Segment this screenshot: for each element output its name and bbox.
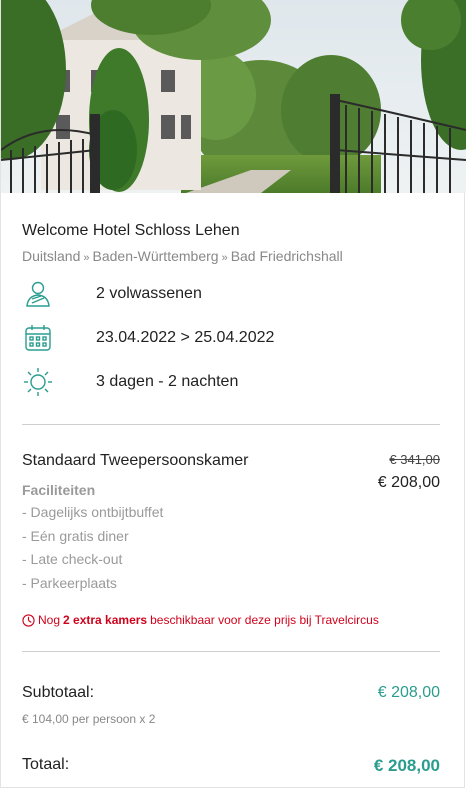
facility-item: - Parkeerplaats xyxy=(22,574,117,591)
availability-highlight: 2 extra kamers xyxy=(63,613,148,627)
breadcrumb-separator: » xyxy=(221,252,228,264)
clock-icon xyxy=(22,613,35,627)
facility-item: - Eén gratis diner xyxy=(22,527,129,544)
hotel-name: Welcome Hotel Schloss Lehen xyxy=(22,222,240,239)
booking-summary-card: Welcome Hotel Schloss Lehen Duitsland» Ba… xyxy=(0,0,466,788)
room-name: Standaard Tweepersoonskamer xyxy=(22,452,249,469)
total-label: Totaal: xyxy=(22,756,70,773)
duration-text: 3 dagen - 2 nachten xyxy=(96,373,239,390)
room-section: Standaard Tweepersoonskamer € 341,00 € 2… xyxy=(22,452,440,627)
subtotal-detail: € 104,00 per persoon x 2 xyxy=(22,712,156,726)
dates-text: 23.04.2022 > 25.04.2022 xyxy=(96,329,275,346)
booking-info-list: 2 volwassenen 23.04.2022 > 25.04.2022 3 … xyxy=(22,272,440,404)
person-icon xyxy=(22,278,54,310)
location-breadcrumb: Duitsland» Baden-Württemberg» Bad Friedric… xyxy=(22,247,440,265)
availability-notice: Nog 2 extra kamers beschikbaar voor deze… xyxy=(22,613,440,627)
facility-item: - Dagelijks ontbijtbuffet xyxy=(22,504,164,520)
facility-item: - Late check-out xyxy=(22,551,123,567)
guests-row: 2 volwassenen xyxy=(22,272,440,316)
old-price: € 341,00 xyxy=(389,452,440,467)
guests-text: 2 volwassenen xyxy=(96,285,202,302)
hotel-photo xyxy=(1,0,466,193)
availability-prefix: Nog xyxy=(38,613,61,627)
room-price: € 208,00 xyxy=(377,474,440,491)
sun-icon xyxy=(22,366,54,398)
breadcrumb-separator: » xyxy=(83,252,90,264)
divider xyxy=(22,651,440,652)
subtotal-row: Subtotaal: € 208,00 xyxy=(22,684,440,708)
calendar-icon xyxy=(22,322,54,354)
breadcrumb-region: Baden-Württemberg xyxy=(92,248,219,264)
divider xyxy=(22,424,440,425)
facilities-list: - Dagelijks ontbijtbuffet - Eén gratis d… xyxy=(22,501,440,595)
total-row: Totaal: € 208,00 xyxy=(22,756,440,780)
breadcrumb-country: Duitsland xyxy=(22,248,81,264)
duration-row: 3 dagen - 2 nachten xyxy=(22,360,440,404)
subtotal-label: Subtotaal: xyxy=(22,684,95,701)
availability-suffix: beschikbaar voor deze prijs bij Travelci… xyxy=(150,613,379,627)
total-value: € 208,00 xyxy=(373,756,440,775)
dates-row: 23.04.2022 > 25.04.2022 xyxy=(22,316,440,360)
breadcrumb-city: Bad Friedrichshall xyxy=(230,248,343,264)
subtotal-value: € 208,00 xyxy=(377,684,440,701)
